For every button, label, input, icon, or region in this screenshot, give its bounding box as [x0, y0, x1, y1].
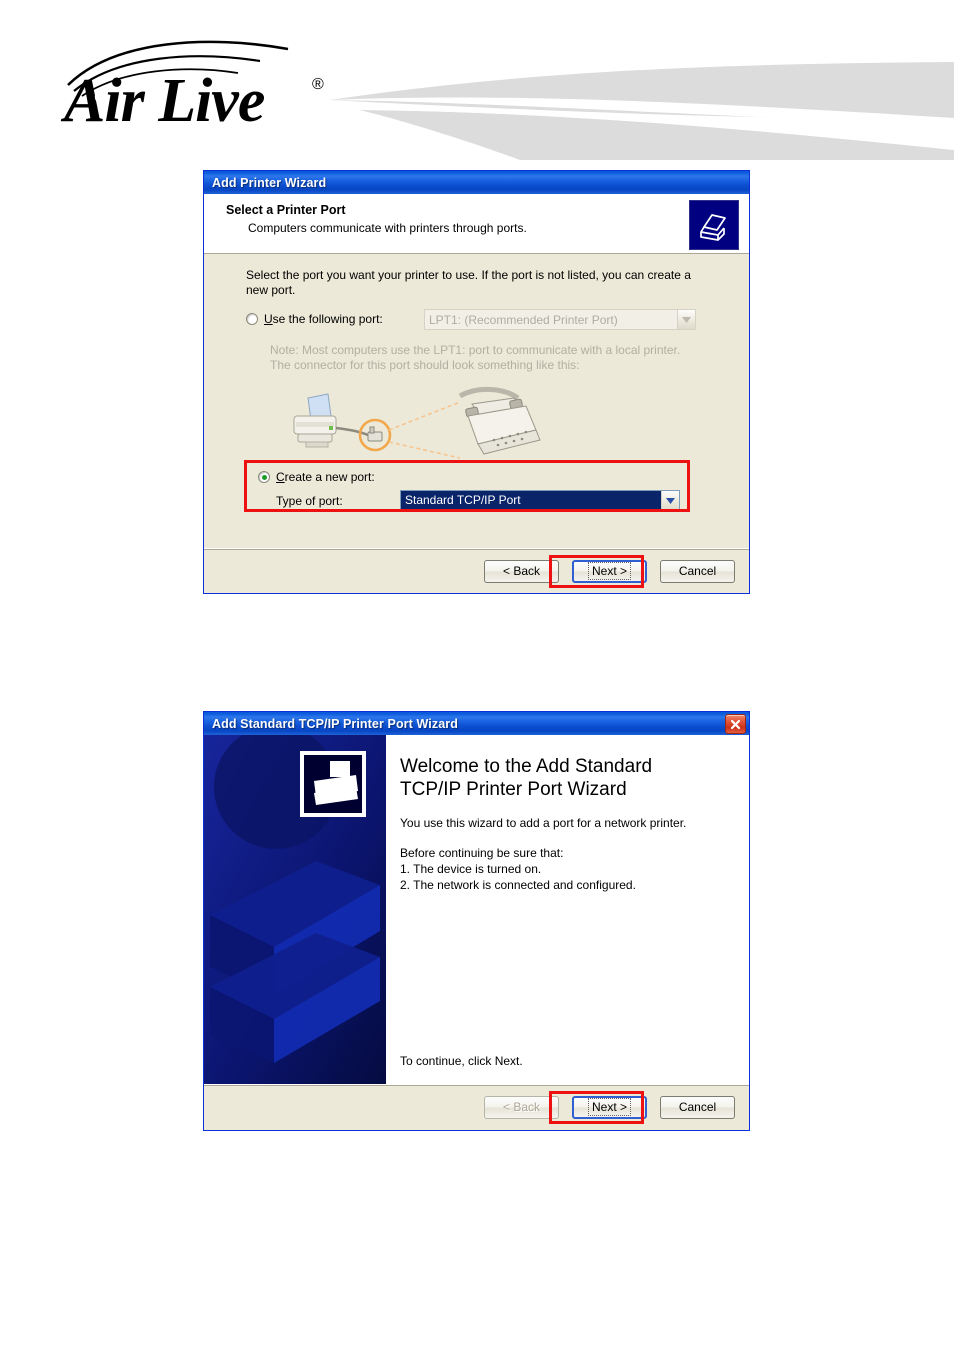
dialog1-header-title: Select a Printer Port	[226, 203, 346, 217]
type-of-port-dropdown[interactable]: Standard TCP/IP Port	[400, 490, 680, 511]
chevron-down-icon[interactable]	[661, 491, 679, 510]
dialog1-header-subtitle: Computers communicate with printers thro…	[248, 221, 527, 235]
cancel-button[interactable]: Cancel	[660, 1095, 735, 1119]
page-header: Air Live ®	[0, 0, 954, 160]
cancel-button[interactable]: Cancel	[660, 559, 735, 583]
dialog2-footer: < Back Next > Cancel	[204, 1084, 749, 1129]
cancel-button-label: Cancel	[678, 1100, 717, 1114]
next-button-label: Next >	[587, 562, 632, 580]
dialog1-title: Add Printer Wizard	[212, 175, 327, 190]
side-banner-graphic	[204, 735, 386, 1084]
radio-create-new-port[interactable]: Create a new port:	[258, 470, 375, 484]
dialog2-continue-text: To continue, click Next.	[400, 1054, 523, 1068]
wizard-side-banner	[204, 735, 386, 1084]
dialog2-heading-line1: Welcome to the Add Standard	[400, 756, 653, 777]
dialog2-heading-line2: TCP/IP Printer Port Wizard	[400, 779, 627, 800]
type-of-port-label: Type of port:	[276, 494, 343, 508]
dialog1-note-line1: Note: Most computers use the LPT1: port …	[270, 343, 681, 357]
back-button-label: < Back	[502, 564, 541, 578]
cancel-button-label: Cancel	[678, 564, 717, 578]
back-button[interactable]: < Back	[484, 559, 559, 583]
dialog1-titlebar[interactable]: Add Printer Wizard	[204, 171, 749, 194]
back-button-label: < Back	[502, 1100, 541, 1114]
printer-connector-illustration	[293, 387, 541, 459]
svg-text:®: ®	[312, 76, 324, 93]
svg-text:Air Live: Air Live	[60, 67, 265, 123]
next-button[interactable]: Next >	[572, 1095, 647, 1119]
dialog2-title: Add Standard TCP/IP Printer Port Wizard	[212, 716, 458, 731]
next-button-label: Next >	[587, 1098, 632, 1116]
type-of-port-value: Standard TCP/IP Port	[401, 491, 661, 510]
add-printer-wizard-dialog: Add Printer Wizard Select a Printer Port…	[203, 170, 750, 594]
dialog2-before-title: Before continuing be sure that:	[400, 846, 564, 860]
dialog2-before-item-2: 2. The network is connected and configur…	[400, 878, 636, 892]
port-select-value: LPT1: (Recommended Printer Port)	[429, 312, 618, 327]
radio-indicator-create-new-port	[258, 471, 270, 483]
dialog2-body: Welcome to the Add Standard TCP/IP Print…	[204, 735, 749, 1084]
dialog1-header: Select a Printer Port Computers communic…	[204, 194, 749, 254]
add-standard-tcpip-printer-port-wizard-dialog: Add Standard TCP/IP Printer Port Wizard	[203, 711, 750, 1131]
next-button[interactable]: Next >	[572, 559, 647, 583]
dialog1-note-line2: The connector for this port should look …	[270, 358, 580, 372]
page-root: Air Live ® Add Printer Wizard Select a P…	[0, 0, 954, 1350]
radio-label-use-following-port: Use the following port:	[264, 312, 383, 326]
dialog2-titlebar[interactable]: Add Standard TCP/IP Printer Port Wizard	[204, 712, 749, 735]
dialog2-before-item-1: 1. The device is turned on.	[400, 862, 542, 876]
dialog1-intro-text: Select the port you want your printer to…	[246, 268, 691, 297]
radio-use-following-port[interactable]: Use the following port:	[246, 312, 383, 326]
radio-label-create-new-port: Create a new port:	[276, 470, 375, 484]
port-select-dropdown[interactable]: LPT1: (Recommended Printer Port)	[424, 309, 696, 330]
chevron-down-icon[interactable]	[677, 310, 695, 329]
radio-indicator-use-following-port	[246, 313, 258, 325]
dialog1-body: Select the port you want your printer to…	[204, 254, 749, 548]
back-button[interactable]: < Back	[484, 1095, 559, 1119]
airlive-logo: Air Live ®	[60, 40, 324, 123]
dialog2-paragraph: You use this wizard to add a port for a …	[400, 816, 687, 830]
dialog1-footer: < Back Next > Cancel	[204, 548, 749, 593]
close-icon[interactable]	[725, 714, 746, 734]
dialog2-content: Welcome to the Add Standard TCP/IP Print…	[386, 735, 749, 1084]
printer-icon	[689, 200, 739, 250]
